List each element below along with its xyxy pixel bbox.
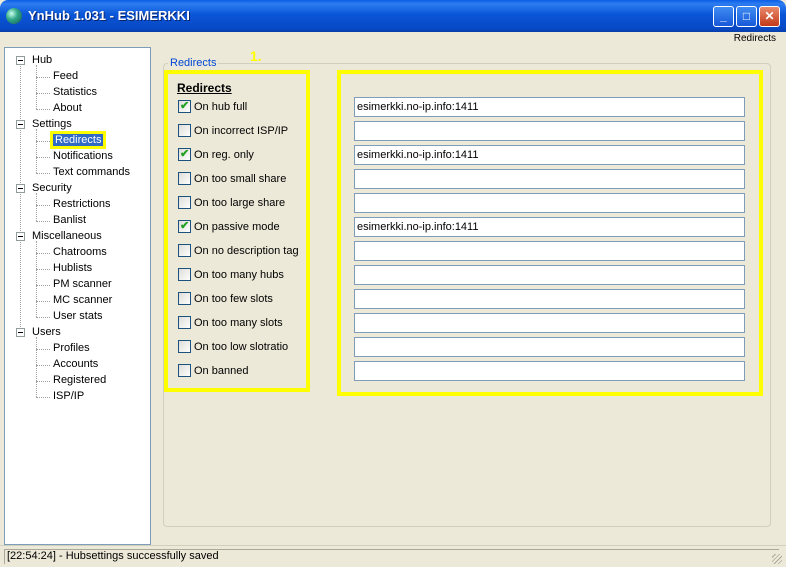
highlight-box-addresses [337,70,763,396]
tree-leaf-connector [36,365,50,366]
tree-item-hublists[interactable]: Hublists [53,262,92,274]
tree-item-miscellaneous[interactable]: Miscellaneous [32,230,102,242]
tree-collapse-icon[interactable] [16,328,25,337]
app-window: YnHub 1.031 - ESIMERKKI _ □ ✕ Redirects … [0,0,786,567]
tree-item-registered[interactable]: Registered [53,374,106,386]
app-icon[interactable] [6,8,22,24]
window-title: YnHub 1.031 - ESIMERKKI [28,8,190,23]
tree-item-banlist[interactable]: Banlist [53,214,86,226]
tree-leaf-connector [36,253,50,254]
tree-branch-connector [36,193,37,221]
tree-leaf-connector [36,157,50,158]
top-status-strip: Redirects [0,32,786,46]
tree-leaf-connector [36,221,50,222]
tree-item-pm-scanner[interactable]: PM scanner [53,278,112,290]
annotation-number: 1. [250,48,262,64]
tree-branch-connector [36,129,37,173]
tree-item-accounts[interactable]: Accounts [53,358,98,370]
tree-root-connector [20,61,21,333]
tree-item-profiles[interactable]: Profiles [53,342,90,354]
tree-leaf-connector [36,285,50,286]
minimize-button[interactable]: _ [713,6,734,27]
tree-leaf-connector [36,317,50,318]
title-bar[interactable]: YnHub 1.031 - ESIMERKKI _ □ ✕ [0,0,786,32]
tree-leaf-connector [36,109,50,110]
tree-branch-connector [36,337,37,397]
tree-collapse-icon[interactable] [16,120,25,129]
tree-item-feed[interactable]: Feed [53,70,78,82]
tree-collapse-icon[interactable] [16,232,25,241]
tree-leaf-connector [36,397,50,398]
tree-item-restrictions[interactable]: Restrictions [53,198,110,210]
tree-item-notifications[interactable]: Notifications [53,150,113,162]
status-message: [22:54:24] - Hubsettings successfully sa… [4,549,779,564]
tree-collapse-icon[interactable] [16,56,25,65]
tree-item-settings[interactable]: Settings [32,118,72,130]
tree-item-hub[interactable]: Hub [32,54,52,66]
tree-branch-connector [36,65,37,109]
status-bar: [22:54:24] - Hubsettings successfully sa… [0,545,786,567]
tree-leaf-connector [36,93,50,94]
settings-tree[interactable]: Hub Feed Statistics About Settings Redirects N… [4,47,151,545]
tree-leaf-connector [36,173,50,174]
tree-item-users[interactable]: Users [32,326,61,338]
tree-leaf-connector [36,141,50,142]
highlight-box-checkboxes [164,70,310,392]
tree-item-about[interactable]: About [53,102,82,114]
close-button[interactable]: ✕ [759,6,780,27]
tree-collapse-icon[interactable] [16,184,25,193]
tree-item-mc-scanner[interactable]: MC scanner [53,294,112,306]
tree-leaf-connector [36,381,50,382]
tree-item-isp-ip[interactable]: ISP/IP [53,390,84,402]
tree-item-security[interactable]: Security [32,182,72,194]
tree-leaf-connector [36,349,50,350]
tree-item-chatrooms[interactable]: Chatrooms [53,246,107,258]
tree-leaf-connector [36,205,50,206]
tree-item-user-stats[interactable]: User stats [53,310,103,322]
tree-item-text-commands[interactable]: Text commands [53,166,130,178]
tree-item-statistics[interactable]: Statistics [53,86,97,98]
groupbox-label: Redirects [168,57,219,69]
tree-leaf-connector [36,269,50,270]
maximize-button[interactable]: □ [736,6,757,27]
tree-leaf-connector [36,301,50,302]
current-page-label: Redirects [733,33,776,44]
tree-leaf-connector [36,77,50,78]
tree-item-redirects[interactable]: Redirects [49,131,107,149]
resize-grip[interactable] [772,554,782,564]
